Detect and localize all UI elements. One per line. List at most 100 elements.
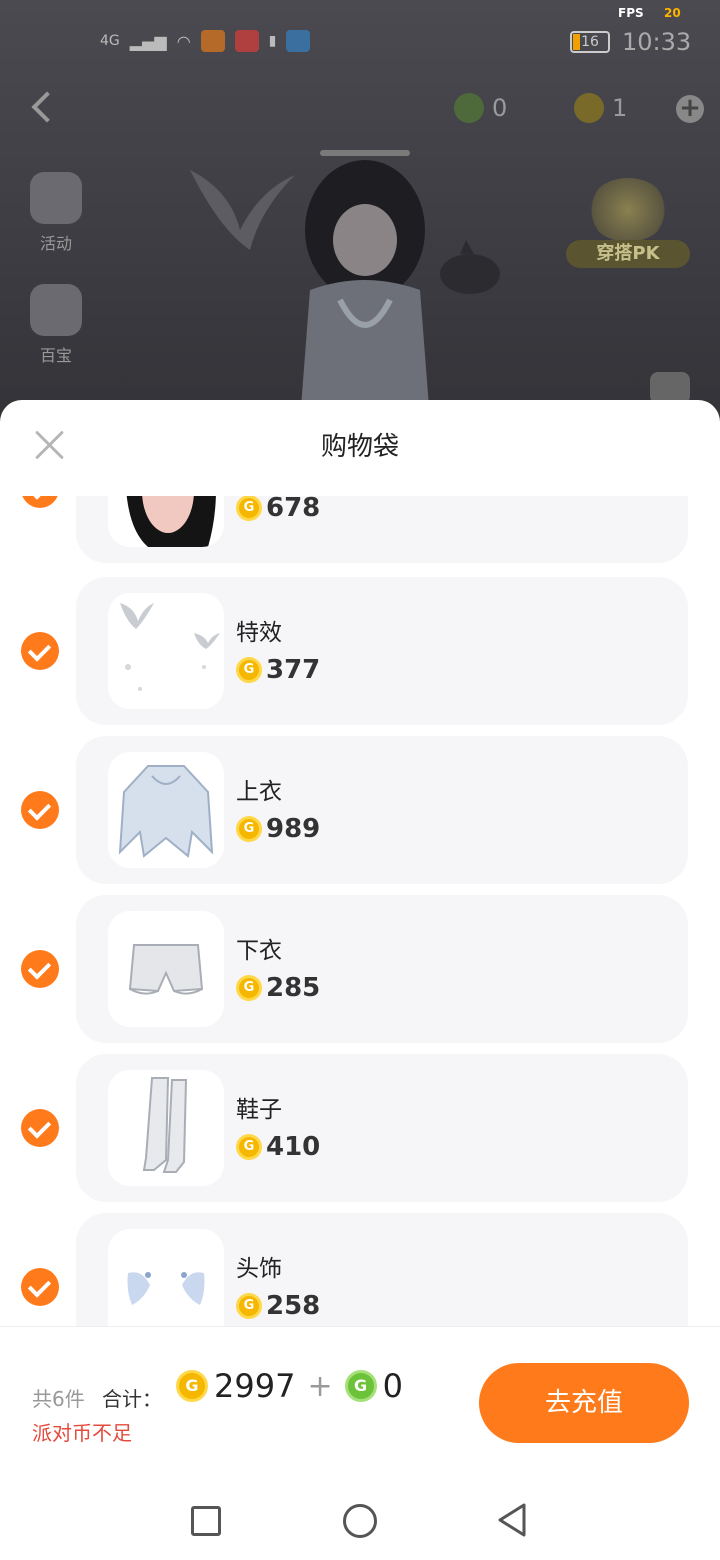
item-card[interactable]: 下衣 285	[76, 895, 688, 1043]
crown-icon	[588, 178, 668, 242]
item-card[interactable]: 上衣 989	[76, 736, 688, 884]
wifi-icon: ◠	[176, 31, 191, 51]
treasure-entry[interactable]: 百宝	[26, 284, 86, 366]
network-label: 4G	[100, 33, 120, 49]
item-name: 下衣	[236, 938, 282, 964]
item-card[interactable]: 678	[76, 496, 688, 563]
fps-label: FPS	[618, 6, 644, 20]
item-thumbnail-shoes	[108, 1070, 224, 1186]
gold-coin-icon	[236, 1134, 262, 1160]
gold-coin-icon	[236, 816, 262, 842]
item-price-value: 377	[266, 655, 321, 685]
back-button[interactable]	[24, 90, 54, 126]
status-bar: FPS 20 4G ▂▄▆ ◠ ▮ 16 10:33	[0, 0, 720, 70]
shopping-app-icon	[234, 30, 259, 52]
cart-item-shoes: 鞋子 410	[0, 1054, 720, 1202]
doves-effect-icon	[120, 603, 220, 691]
green-total-value: 0	[382, 1367, 403, 1405]
outfit-pk-button[interactable]: 穿搭PK	[566, 178, 690, 270]
green-coin-icon	[344, 1370, 377, 1402]
item-card[interactable]: 特效 377	[76, 577, 688, 725]
item-price: 410	[236, 1132, 320, 1162]
signal-icon: ▂▄▆	[129, 31, 167, 51]
plus-sign: +	[307, 1368, 333, 1404]
gold-coin-icon	[236, 1293, 262, 1319]
green-coin-value: 0	[492, 94, 508, 122]
checkout-footer: 共6件 合计： 2997 + 0 派对币不足 去充值	[0, 1326, 720, 1466]
sheet-header: 购物袋	[0, 400, 720, 496]
item-price-value: 258	[266, 1291, 321, 1321]
item-name: 头饰	[236, 1256, 282, 1282]
clock: 10:33	[622, 28, 692, 56]
total-price: 2997 + 0	[176, 1367, 403, 1405]
status-icons: 4G ▂▄▆ ◠ ▮	[100, 30, 311, 52]
item-checkbox[interactable]	[21, 950, 59, 988]
game-scene-background: FPS 20 4G ▂▄▆ ◠ ▮ 16 10:33 0 1 + 活动 百宝 穿…	[0, 0, 720, 420]
boots-icon	[142, 1077, 188, 1173]
cart-item-effect: 特效 377	[0, 577, 720, 725]
shark-pet-icon	[440, 240, 500, 294]
item-card[interactable]: 头饰 258	[76, 1213, 688, 1326]
system-navigation-bar	[0, 1466, 720, 1560]
avatar-character	[300, 150, 430, 420]
item-card[interactable]: 鞋子 410	[76, 1054, 688, 1202]
gift-box-icon	[30, 284, 82, 336]
item-thumbnail-effect	[108, 593, 224, 709]
gold-coin-value: 1	[612, 94, 628, 122]
item-price: 678	[236, 496, 320, 523]
recharge-button[interactable]: 去充值	[479, 1363, 689, 1443]
hair-icon	[126, 496, 216, 547]
sheet-title: 购物袋	[320, 432, 399, 462]
cart-item-list[interactable]: 678 特效	[0, 496, 720, 1326]
item-checkbox[interactable]	[21, 791, 59, 829]
green-coin-icon	[454, 93, 484, 123]
item-checkbox[interactable]	[21, 632, 59, 670]
gold-coin-icon	[574, 93, 604, 123]
green-coin-balance: 0	[454, 93, 507, 123]
item-price-value: 678	[266, 496, 321, 523]
item-checkbox[interactable]	[21, 1109, 59, 1147]
gold-coin-icon	[236, 496, 262, 521]
hot-air-balloon-icon	[30, 172, 82, 224]
outfit-pk-label: 穿搭PK	[566, 240, 690, 268]
gold-total-value: 2997	[214, 1367, 296, 1405]
insufficient-coins-warning: 派对币不足	[32, 1421, 132, 1445]
app-notification-icon	[200, 30, 225, 52]
cart-item-hair: 678	[0, 496, 720, 563]
top-dress-icon	[118, 765, 214, 858]
activity-label: 活动	[39, 234, 72, 253]
item-checkbox[interactable]	[21, 1268, 59, 1306]
activity-entry[interactable]: 活动	[26, 172, 86, 254]
item-thumbnail-bottom	[108, 911, 224, 1027]
gold-coin-icon	[176, 1370, 208, 1402]
fps-value: 20	[664, 6, 681, 20]
item-price: 377	[236, 655, 320, 685]
item-thumbnail-hair	[108, 496, 224, 547]
treasure-label: 百宝	[39, 346, 72, 365]
item-count: 共6件	[32, 1387, 85, 1411]
recent-apps-icon[interactable]	[191, 1506, 221, 1536]
headwear-icon	[127, 1272, 205, 1305]
gold-coin-icon	[236, 657, 262, 683]
add-currency-button[interactable]: +	[676, 95, 704, 123]
cart-item-top: 上衣 989	[0, 736, 720, 884]
cart-item-headwear: 头饰 258	[0, 1213, 720, 1326]
item-checkbox[interactable]	[21, 496, 59, 508]
item-name: 特效	[236, 620, 282, 646]
browser-icon	[286, 30, 311, 52]
total-label: 合计：	[102, 1387, 162, 1411]
item-price: 989	[236, 814, 320, 844]
dove-icon	[190, 170, 295, 250]
item-name: 上衣	[236, 779, 282, 805]
sim-icon: ▮	[268, 33, 277, 49]
home-icon[interactable]	[343, 1504, 377, 1538]
item-thumbnail-headwear	[108, 1229, 224, 1326]
item-price-value: 285	[266, 973, 321, 1003]
back-triangle-icon[interactable]	[496, 1502, 528, 1538]
item-price-value: 410	[266, 1132, 321, 1162]
bloomers-icon	[128, 944, 204, 995]
item-name: 鞋子	[236, 1097, 282, 1123]
item-price-value: 989	[266, 814, 321, 844]
item-price: 285	[236, 973, 320, 1003]
cart-item-bottom: 下衣 285	[0, 895, 720, 1043]
